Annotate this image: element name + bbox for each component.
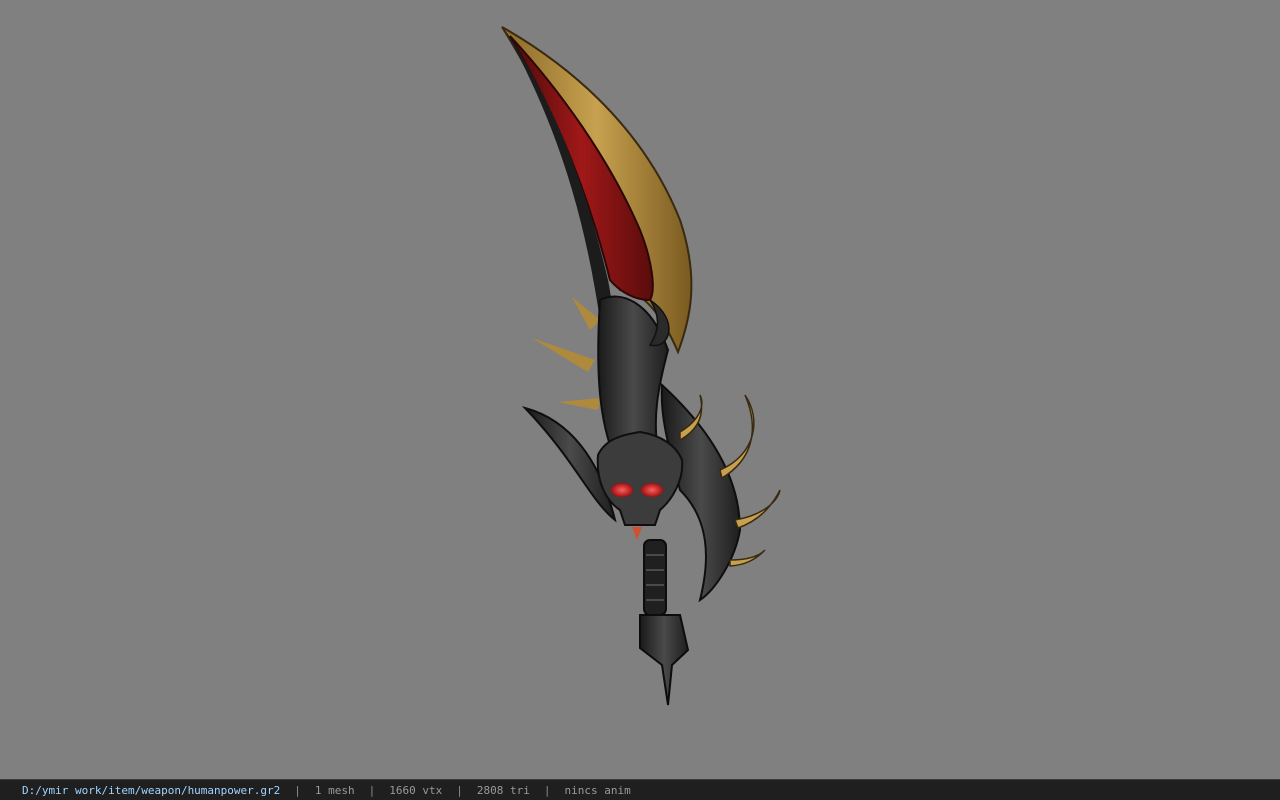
separator: | <box>543 783 551 797</box>
separator: | <box>294 783 301 797</box>
file-path: D:/ymir work/item/weapon/humanpower.gr2 <box>22 783 281 797</box>
skull-gem <box>632 527 642 540</box>
scimitar-sword-model <box>501 26 781 706</box>
separator: | <box>368 783 376 797</box>
handle-grip <box>643 539 667 616</box>
gold-claw-4 <box>729 549 766 567</box>
gold-claw-3 <box>733 489 781 529</box>
status-bar: D:/ymir work/item/weapon/humanpower.gr2 … <box>0 779 1280 800</box>
spike-upper-2 <box>532 338 595 372</box>
spike-upper-3 <box>558 398 600 410</box>
triangle-count: 2808 tri <box>476 783 530 797</box>
animation-status: nincs anim <box>564 783 631 797</box>
separator: | <box>456 783 463 797</box>
pommel <box>639 614 690 706</box>
vertex-count: 1660 vtx <box>389 783 443 797</box>
3d-viewport[interactable] <box>0 0 1280 779</box>
skull-eye-left <box>611 483 633 497</box>
mesh-count: 1 mesh <box>314 783 355 797</box>
skull-eye-right <box>641 483 663 497</box>
spike-upper-1 <box>572 297 600 330</box>
